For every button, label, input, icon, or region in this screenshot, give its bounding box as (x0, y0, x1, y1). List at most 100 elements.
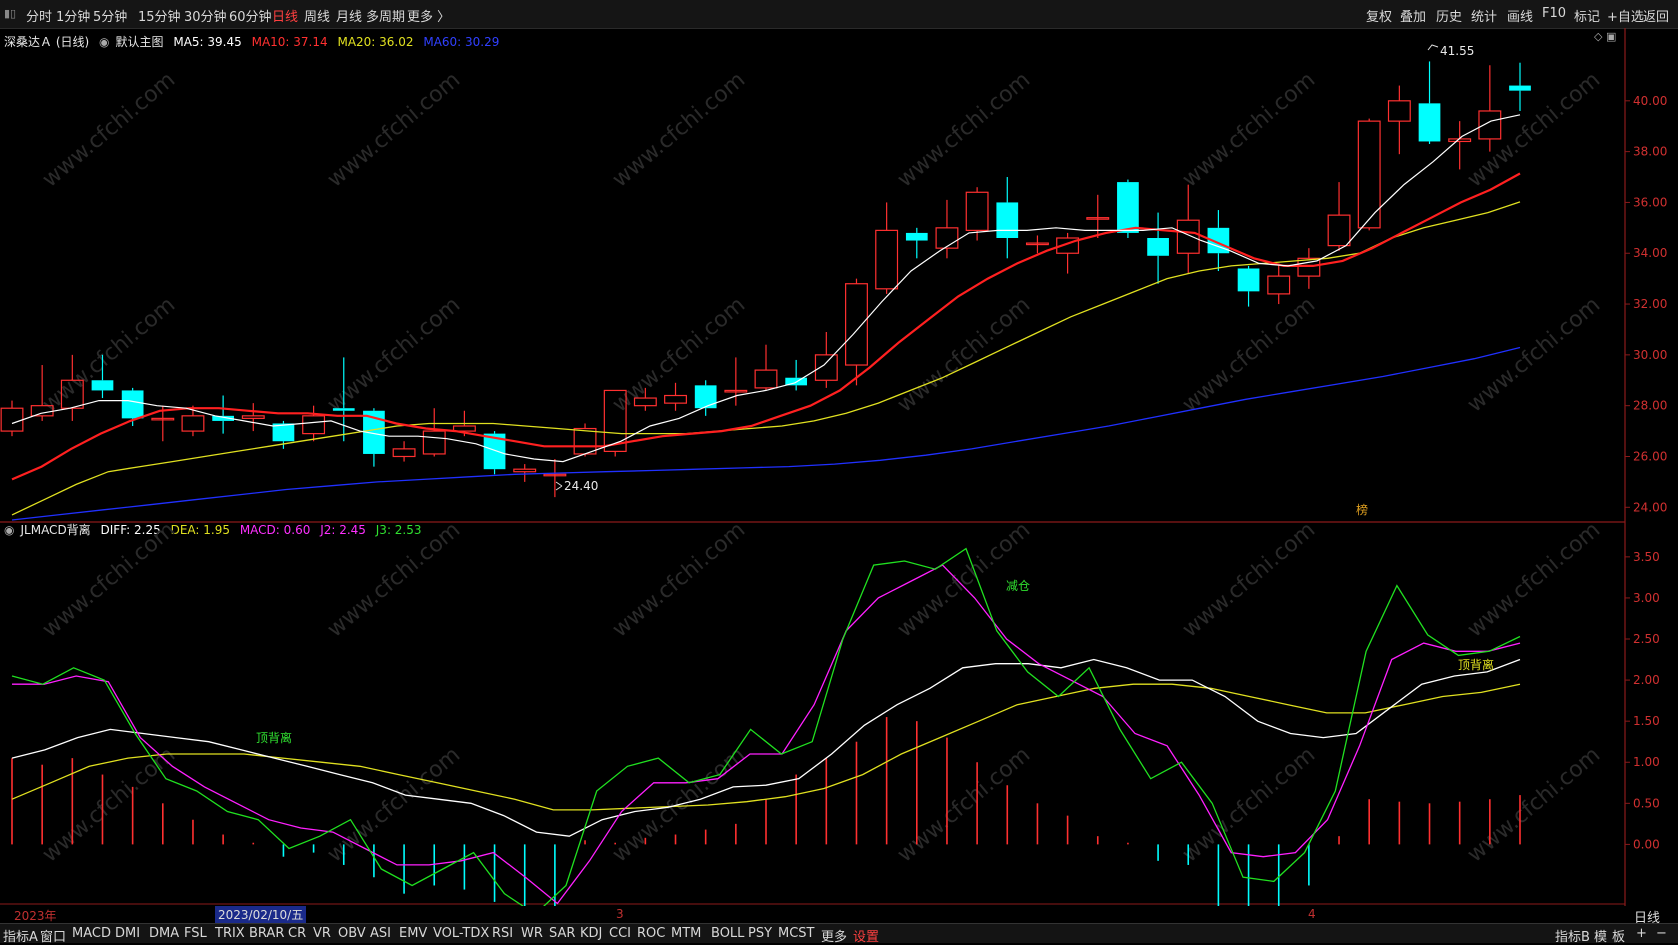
indicator-tab-emv-12[interactable]: EMV (399, 926, 427, 941)
tool-2[interactable]: 历史 (1436, 6, 1462, 25)
candle[interactable] (1267, 263, 1291, 305)
candle[interactable] (0, 400, 24, 437)
tool-5[interactable]: F10 (1542, 6, 1566, 21)
price-tick-label: 26.00 (1633, 449, 1667, 463)
indicator-tab-dma-4[interactable]: DMA (149, 926, 179, 941)
tab-period-5[interactable]: 60分钟 (229, 6, 272, 25)
candle[interactable] (1478, 65, 1502, 152)
indicator-tab-vr-9[interactable]: VR (313, 926, 331, 941)
candle[interactable] (1086, 194, 1110, 238)
tab-period-6[interactable]: 日线 (272, 6, 298, 25)
candle[interactable] (1327, 182, 1351, 251)
watermark-text: www.cfchi.com (323, 67, 465, 192)
tool-8[interactable]: 返回 (1643, 6, 1669, 25)
indicator-tick-label: 1.00 (1633, 755, 1660, 769)
indicator-tab-dmi-3[interactable]: DMI (115, 926, 140, 941)
indicator-tab-psy-22[interactable]: PSY (748, 926, 772, 941)
tool-7[interactable]: +自选 (1607, 6, 1644, 25)
indicator-b-tool-1[interactable]: 模 (1594, 926, 1607, 945)
candle-body (1327, 214, 1351, 247)
indicator-tab-boll-21[interactable]: BOLL (711, 926, 744, 941)
indicator-tick-label: 0.00 (1633, 837, 1660, 851)
indicator-tab-roc-19[interactable]: ROC (637, 926, 665, 941)
tool-1[interactable]: 叠加 (1400, 6, 1426, 25)
indicator-tab-item-1[interactable]: 窗口 (40, 926, 66, 945)
tab-period-2[interactable]: 5分钟 (93, 6, 127, 25)
candle-body (513, 468, 537, 473)
top-divergence-label-left: 顶背离 (256, 730, 292, 745)
indicator-tab-mcst-23[interactable]: MCST (778, 926, 815, 941)
tool-6[interactable]: 标记 (1574, 6, 1600, 25)
watermark-text: www.cfchi.com (1178, 517, 1320, 642)
reduce-position-label: 减仓 (1006, 579, 1030, 593)
indicator-tab-a-0[interactable]: 指标A (3, 926, 38, 945)
candle[interactable] (1297, 248, 1321, 289)
indicator-tab-mtm-20[interactable]: MTM (671, 926, 701, 941)
indicator-tab-asi-11[interactable]: ASI (370, 926, 391, 941)
indicator-tab-cci-18[interactable]: CCI (609, 926, 631, 941)
tab-period-9[interactable]: 多周期 (366, 6, 405, 25)
indicator-tab-cr-8[interactable]: CR (288, 926, 306, 941)
candle[interactable] (1056, 232, 1080, 274)
candle[interactable] (905, 227, 928, 259)
tab-period-1[interactable]: 1分钟 (56, 6, 90, 25)
tool-4[interactable]: 画线 (1507, 6, 1533, 25)
candle[interactable] (241, 403, 265, 432)
candle[interactable] (543, 459, 567, 498)
tab-period-8[interactable]: 月线 (336, 6, 362, 25)
candle-body (875, 229, 899, 290)
candle[interactable] (996, 177, 1019, 259)
candle[interactable] (513, 464, 537, 482)
indicator-tab-item-25[interactable]: 设置 (853, 926, 879, 945)
tab-period-7[interactable]: 周线 (304, 6, 330, 25)
candle[interactable] (785, 359, 808, 391)
candle[interactable] (1418, 61, 1441, 144)
watermarks: www.cfchi.com www.cfchi.com www.cfchi.com w… (38, 67, 1605, 867)
watermark-text: www.cfchi.com (893, 67, 1035, 192)
indicator-tab-wr-15[interactable]: WR (521, 926, 543, 941)
indicator-b-tool-0[interactable]: 指标B (1555, 926, 1590, 945)
candle[interactable] (1237, 265, 1260, 307)
candle[interactable] (422, 408, 446, 457)
tab-period-4[interactable]: 30分钟 (184, 6, 227, 25)
candle[interactable] (814, 332, 838, 388)
indicator-tab-sar-16[interactable]: SAR (549, 926, 575, 941)
tab-period-10[interactable]: 更多 〉 (407, 6, 450, 25)
tab-period-3[interactable]: 15分钟 (138, 6, 181, 25)
candle[interactable] (1387, 85, 1411, 155)
indicator-b-tool-3[interactable]: + (1636, 926, 1647, 941)
indicator-axis: 3.50 3.00 2.50 2.00 1.50 1.00 0.50 0.00 (1625, 550, 1660, 851)
candle[interactable] (1357, 118, 1381, 231)
candle[interactable] (1176, 184, 1200, 274)
indicator-tab-rsi-14[interactable]: RSI (492, 926, 513, 941)
price-axis: 40.00 38.00 36.00 34.00 32.00 30.00 28.00 26.00… (1625, 94, 1667, 514)
toolbar-grip-icon[interactable]: ▮▯ (4, 7, 16, 20)
candle[interactable] (392, 441, 416, 462)
candle[interactable] (845, 278, 868, 386)
indicator-tab-vol-tdx-13[interactable]: VOL-TDX (433, 926, 489, 941)
candle-body (1237, 268, 1260, 292)
candle[interactable] (664, 382, 687, 411)
tool-3[interactable]: 统计 (1471, 6, 1497, 25)
candle[interactable] (1147, 212, 1169, 284)
indicator-tab-fsl-5[interactable]: FSL (184, 926, 207, 941)
candle-body (1176, 219, 1200, 254)
indicator-b-tool-4[interactable]: − (1656, 926, 1667, 941)
indicator-tab-obv-10[interactable]: OBV (338, 926, 366, 941)
candle[interactable] (212, 395, 234, 434)
indicator-tab-brar-7[interactable]: BRAR (249, 926, 284, 941)
candle[interactable] (935, 199, 959, 259)
tab-period-0[interactable]: 分时 (26, 6, 52, 25)
indicator-tab-item-24[interactable]: 更多 (821, 926, 847, 945)
month-4-label: 4 (1308, 907, 1316, 921)
chart-canvas[interactable]: www.cfchi.com www.cfchi.com www.cfchi.com w… (0, 28, 1678, 906)
candle[interactable] (1509, 62, 1531, 111)
indicator-tab-trix-6[interactable]: TRIX (215, 926, 245, 941)
candlesticks[interactable] (0, 61, 1531, 498)
indicator-b-tool-2[interactable]: 板 (1612, 926, 1625, 945)
candle[interactable] (875, 202, 899, 294)
indicator-tab-kdj-17[interactable]: KDJ (580, 926, 602, 941)
tool-0[interactable]: 复权 (1366, 6, 1392, 25)
candle[interactable] (754, 344, 778, 391)
indicator-tab-macd-2[interactable]: MACD (72, 926, 111, 941)
